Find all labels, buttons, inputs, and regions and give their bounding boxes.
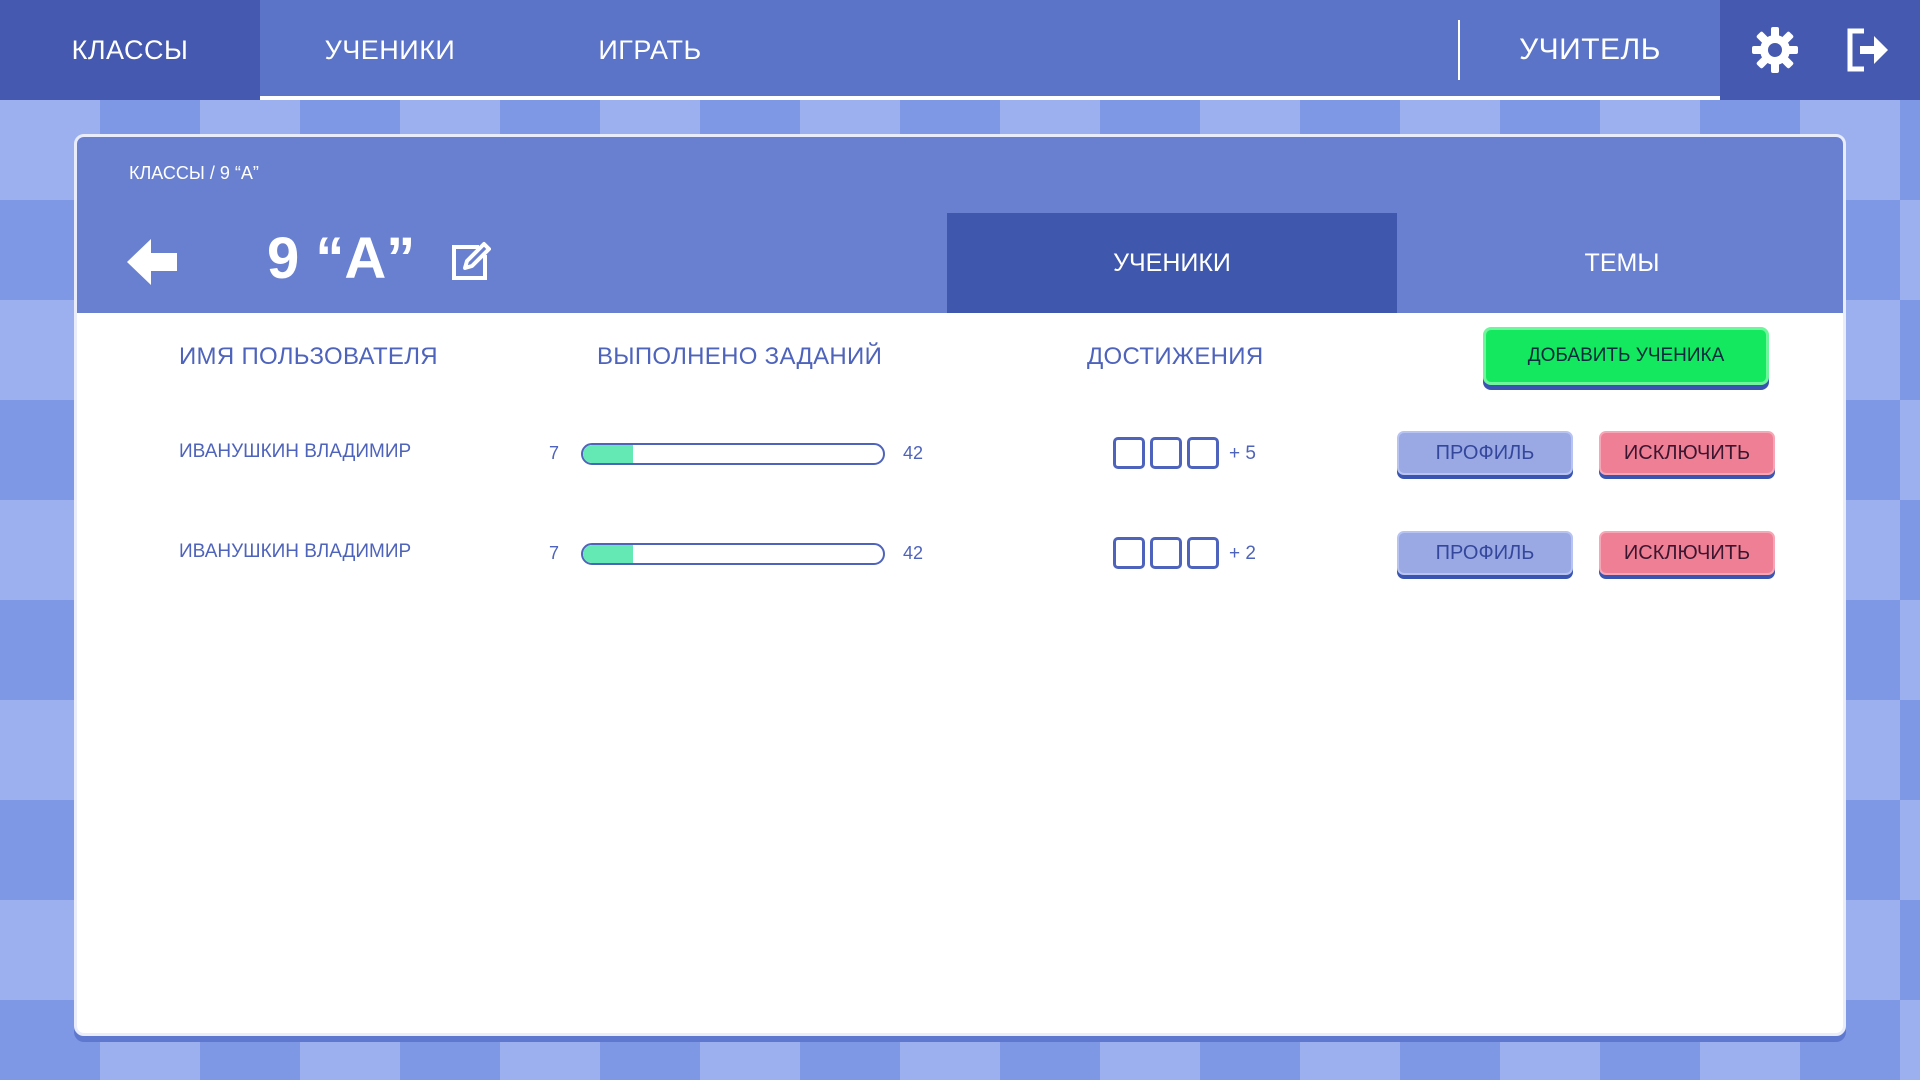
progress-done: 7 — [549, 443, 560, 463]
progress-bar — [581, 443, 885, 465]
edit-icon[interactable] — [449, 241, 491, 283]
achievement-slot — [1113, 537, 1145, 569]
progress-total: 42 — [903, 543, 924, 563]
breadcrumb[interactable]: КЛАССЫ / 9 “А” — [129, 163, 259, 184]
exclude-button[interactable]: ИСКЛЮЧИТЬ — [1599, 431, 1775, 475]
profile-button[interactable]: ПРОФИЛЬ — [1397, 531, 1573, 575]
logout-icon[interactable] — [1842, 25, 1892, 75]
tab-students[interactable]: УЧЕНИКИ — [947, 213, 1397, 313]
table-row: ИВАНУШКИН ВЛАДИМИР 7 42 + 2 ПРОФИЛЬ ИСКЛ… — [77, 525, 1843, 585]
nav-students[interactable]: УЧЕНИКИ — [260, 0, 520, 100]
progress-total: 42 — [903, 443, 924, 463]
progress-fill — [583, 545, 634, 563]
progress-bar — [581, 543, 885, 565]
tab-topics[interactable]: ТЕМЫ — [1397, 213, 1843, 313]
arrow-left-icon[interactable] — [127, 237, 183, 287]
add-student-button[interactable]: ДОБАВИТЬ УЧЕНИКА — [1483, 327, 1769, 385]
achievement-slot — [1187, 537, 1219, 569]
progress-done: 7 — [549, 543, 560, 563]
table-row: ИВАНУШКИН ВЛАДИМИР 7 42 + 5 ПРОФИЛЬ ИСКЛ… — [77, 425, 1843, 485]
user-role[interactable]: УЧИТЕЛЬ — [1460, 0, 1720, 100]
progress-fill — [583, 445, 634, 463]
class-title: 9 “А” — [267, 226, 416, 291]
header-achievements: ДОСТИЖЕНИЯ — [1087, 343, 1264, 370]
class-card: КЛАССЫ / 9 “А” 9 “А” УЧЕНИКИ ТЕМЫ ИМЯ ПО… — [74, 134, 1846, 1036]
class-header: КЛАССЫ / 9 “А” 9 “А” УЧЕНИКИ ТЕМЫ — [77, 137, 1843, 313]
student-name: ИВАНУШКИН ВЛАДИМИР — [179, 441, 412, 462]
achievements-more: + 2 — [1229, 543, 1256, 564]
nav-actions — [1720, 0, 1920, 100]
achievement-slot — [1150, 537, 1182, 569]
achievement-slot — [1150, 437, 1182, 469]
exclude-button[interactable]: ИСКЛЮЧИТЬ — [1599, 531, 1775, 575]
achievements-more: + 5 — [1229, 443, 1256, 464]
nav-play[interactable]: ИГРАТЬ — [520, 0, 780, 100]
header-completed: ВЫПОЛНЕНО ЗАДАНИЙ — [597, 343, 883, 370]
achievement-slot — [1113, 437, 1145, 469]
student-name: ИВАНУШКИН ВЛАДИМИР — [179, 541, 412, 562]
header-username: ИМЯ ПОЛЬЗОВАТЕЛЯ — [179, 343, 438, 370]
nav-classes[interactable]: КЛАССЫ — [0, 0, 260, 100]
gear-icon[interactable] — [1750, 25, 1800, 75]
achievement-slot — [1187, 437, 1219, 469]
top-navigation: КЛАССЫ УЧЕНИКИ ИГРАТЬ УЧИТЕЛЬ — [0, 0, 1920, 100]
profile-button[interactable]: ПРОФИЛЬ — [1397, 431, 1573, 475]
